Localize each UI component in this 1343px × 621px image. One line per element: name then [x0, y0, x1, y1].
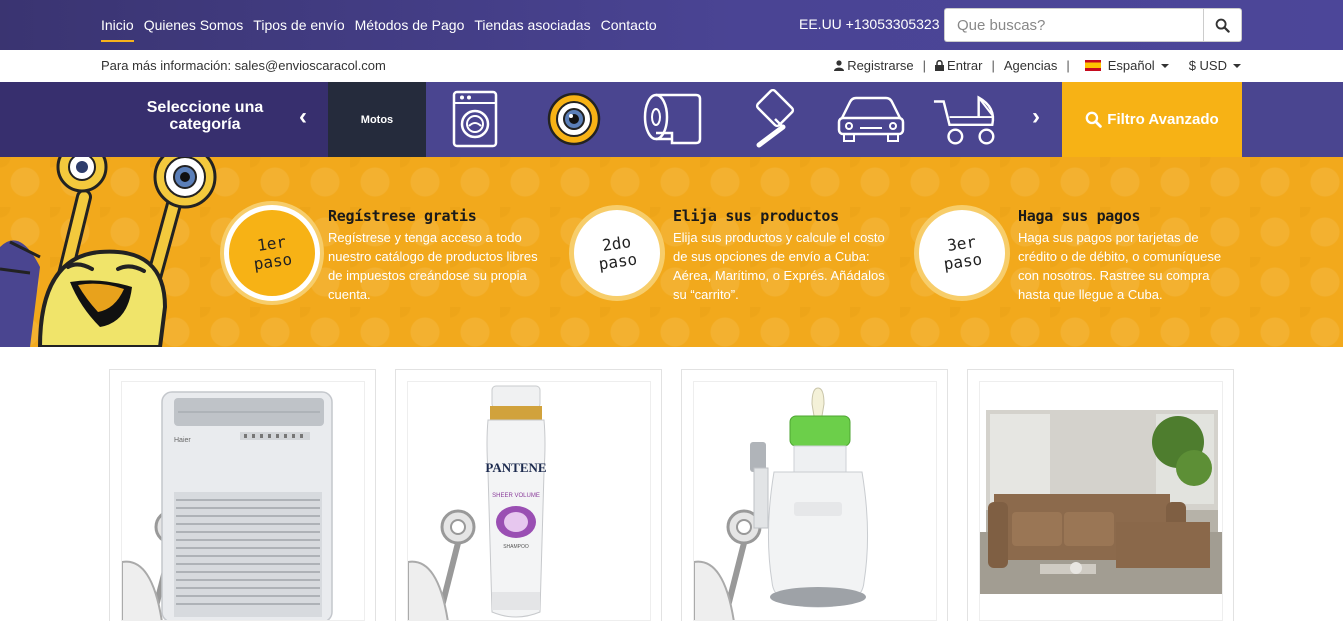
contact-info: Para más información: sales@envioscaraco…: [101, 58, 386, 73]
category-bar: Seleccione una categoría ‹ Motos › Filtr…: [0, 82, 1343, 157]
step-3-badge: 3er paso: [914, 205, 1010, 301]
nav-inicio[interactable]: Inicio: [101, 11, 134, 42]
chevron-left-icon[interactable]: ‹: [299, 103, 307, 131]
category-featured[interactable]: [539, 88, 609, 150]
step-1-text: Regístrese y tenga acceso a todo nuestro…: [328, 230, 538, 302]
category-washing-machine[interactable]: [440, 88, 510, 150]
snail-eye-icon: [547, 92, 601, 146]
spain-flag-icon: [1084, 60, 1101, 71]
main-menu: Inicio Quienes Somos Tipos de envío Méto…: [101, 0, 667, 50]
category-motos[interactable]: Motos: [328, 82, 426, 157]
nav-tiendas-asociadas[interactable]: Tiendas asociadas: [474, 11, 590, 39]
brand-label: Haier: [174, 437, 191, 444]
step-3-badge-line2: paso: [942, 249, 983, 274]
phone-number: EE.UU +13053305323: [799, 16, 940, 32]
product-card[interactable]: Haier: [109, 369, 376, 621]
language-label: Español: [1107, 58, 1155, 73]
product-card[interactable]: PANTENE SHEER VOLUME SHAMPOO: [395, 369, 662, 621]
agencies-link[interactable]: Agencias: [1004, 58, 1057, 73]
category-baby[interactable]: [932, 88, 1002, 150]
nav-quienes-somos[interactable]: Quienes Somos: [144, 11, 244, 39]
search-button[interactable]: [1203, 8, 1242, 42]
variant-label: SHEER VOLUME: [492, 493, 540, 499]
step-2-badge: 2do paso: [569, 205, 665, 301]
product-image-sofa: [979, 381, 1223, 621]
nav-tipos-de-envio[interactable]: Tipos de envío: [253, 11, 344, 39]
toilet-paper-icon: [643, 93, 702, 145]
separator: |: [922, 58, 927, 73]
step-1-badge: 1er paso: [224, 205, 320, 301]
login-label: Entrar: [947, 58, 983, 73]
product-card[interactable]: [681, 369, 948, 621]
search-icon: [1085, 111, 1103, 128]
product-type-label: SHAMPOO: [503, 544, 529, 550]
category-tools[interactable]: [740, 88, 810, 150]
product-image-shampoo: PANTENE SHEER VOLUME SHAMPOO: [407, 381, 651, 621]
step-2-text: Elija sus productos y calcule el costo d…: [673, 230, 885, 302]
step-1-badge-line2: paso: [252, 249, 293, 274]
step-2-title: Elija sus productos: [673, 207, 839, 225]
register-label: Registrarse: [847, 58, 914, 73]
caret-down-icon: [1160, 63, 1169, 68]
step-1-title: Regístrese gratis: [328, 207, 477, 225]
register-link[interactable]: Registrarse: [834, 58, 914, 73]
baby-stroller-icon: [933, 95, 995, 145]
select-category-label: Seleccione una categoría: [146, 99, 264, 133]
user-icon: [834, 60, 845, 71]
step-3-title: Haga sus pagos: [1018, 207, 1141, 225]
search-icon: [1215, 18, 1230, 33]
language-dropdown[interactable]: Español: [1084, 58, 1169, 73]
product-image-bottle-warmer: [693, 381, 937, 621]
snail-watermark: [694, 509, 762, 620]
washing-machine-icon: [452, 90, 498, 148]
separator: |: [1066, 58, 1070, 73]
paint-roller-icon: [755, 89, 795, 148]
currency-label: $ USD: [1188, 58, 1227, 73]
steps-banner: 1er paso Regístrese gratis Regístrese y t…: [0, 157, 1343, 347]
step-2-badge-line2: paso: [597, 249, 638, 274]
currency-dropdown[interactable]: $ USD: [1189, 58, 1241, 73]
caret-down-icon: [1233, 63, 1241, 68]
info-bar: Para más información: sales@envioscaraco…: [0, 50, 1343, 82]
product-card[interactable]: [967, 369, 1234, 621]
nav-contacto[interactable]: Contacto: [601, 11, 657, 39]
snail-mascot-illustration: [0, 157, 217, 347]
brand-label: PANTENE: [485, 460, 546, 475]
snail-watermark: [408, 509, 476, 620]
lock-icon: [935, 60, 945, 71]
car-icon: [837, 96, 905, 142]
search-bar: [944, 8, 1242, 42]
search-input[interactable]: [944, 8, 1203, 42]
top-navbar: Inicio Quienes Somos Tipos de envío Méto…: [0, 0, 1343, 50]
category-hygiene[interactable]: [638, 88, 708, 150]
separator: |: [991, 58, 995, 73]
advanced-filter-label: Filtro Avanzado: [1107, 111, 1219, 128]
account-links: Registrarse | Entrar | Agencias | Españo…: [834, 58, 1241, 73]
category-auto[interactable]: [836, 88, 906, 150]
login-link[interactable]: Entrar: [935, 58, 982, 73]
nav-metodos-de-pago[interactable]: Métodos de Pago: [355, 11, 465, 39]
product-image-air-conditioner: Haier: [121, 381, 365, 621]
chevron-right-icon[interactable]: ›: [1032, 103, 1040, 131]
advanced-filter-button[interactable]: Filtro Avanzado: [1062, 82, 1242, 157]
step-3-text: Haga sus pagos por tarjetas de crédito o…: [1018, 230, 1222, 302]
